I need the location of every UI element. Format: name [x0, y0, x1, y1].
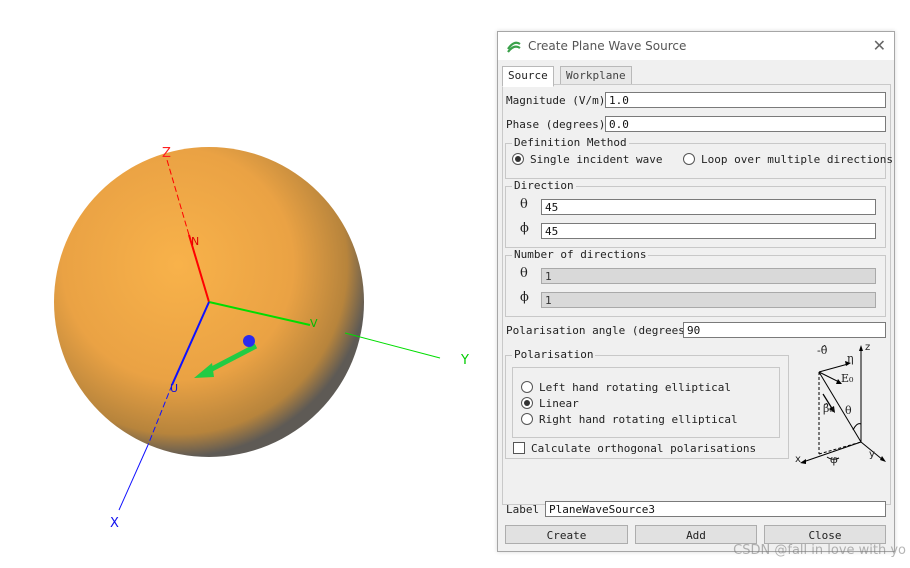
diagram-z-label: z	[865, 342, 871, 353]
polarisation-angle-label: Polarisation angle (degrees)	[506, 324, 692, 337]
tab-source[interactable]: Source	[502, 66, 554, 87]
orthogonal-polarisations-label[interactable]: Calculate orthogonal polarisations	[531, 442, 756, 455]
z-axis-label: Z	[162, 146, 171, 161]
number-of-directions-legend: Number of directions	[512, 248, 649, 261]
polarisation-angle-input[interactable]: 90	[683, 322, 886, 338]
3d-viewport[interactable]: Z N V U Y X	[0, 0, 495, 564]
u-label: U	[170, 382, 179, 395]
single-incident-wave-radio[interactable]	[512, 153, 524, 165]
source-label-input[interactable]: PlaneWaveSource3	[545, 501, 886, 517]
num-theta-symbol: θ	[520, 266, 528, 281]
source-label-label: Label	[506, 503, 540, 516]
single-incident-wave-label[interactable]: Single incident wave	[530, 153, 662, 166]
x-axis-outside	[118, 444, 149, 511]
close-button[interactable]: Close	[764, 525, 886, 544]
diagram-theta-label: θ	[845, 404, 852, 417]
direction-phi-symbol: ϕ	[520, 221, 529, 236]
v-label: V	[310, 317, 318, 330]
loop-directions-radio[interactable]	[683, 153, 695, 165]
diagram-theta-hat-label: -θ̂	[817, 344, 828, 357]
app-logo-icon	[507, 41, 521, 53]
diagram-x-label: x	[795, 454, 801, 465]
left-hand-elliptical-radio[interactable]	[521, 381, 533, 393]
phase-input[interactable]: 0.0	[605, 116, 886, 132]
create-plane-wave-dialog: Create Plane Wave Source ✕ Source Workpl…	[497, 31, 895, 552]
direction-legend: Direction	[512, 179, 576, 192]
diagram-eta-label: η	[847, 352, 854, 365]
right-hand-elliptical-label[interactable]: Right hand rotating elliptical	[539, 413, 738, 426]
loop-directions-label[interactable]: Loop over multiple directions	[701, 153, 893, 166]
close-icon[interactable]: ✕	[873, 36, 886, 55]
scene-svg	[54, 147, 441, 511]
direction-theta-symbol: θ	[520, 197, 528, 212]
diagram-y-label: y	[869, 449, 875, 460]
direction-theta-input[interactable]: 45	[541, 199, 876, 215]
magnitude-label: Magnitude (V/m)	[506, 94, 606, 107]
dialog-title: Create Plane Wave Source	[528, 39, 687, 53]
num-phi-symbol: ϕ	[520, 290, 529, 305]
diagram-e0-label: E₀	[841, 372, 854, 385]
direction-phi-input[interactable]: 45	[541, 223, 876, 239]
dialog-titlebar[interactable]: Create Plane Wave Source ✕	[498, 32, 894, 60]
phase-label: Phase (degrees)	[506, 118, 606, 131]
tab-workplane[interactable]: Workplane	[560, 66, 632, 86]
add-button[interactable]: Add	[635, 525, 757, 544]
right-hand-elliptical-radio[interactable]	[521, 413, 533, 425]
linear-radio[interactable]	[521, 397, 533, 409]
n-label: N	[191, 235, 200, 248]
magnitude-input[interactable]: 1.0	[605, 92, 886, 108]
y-axis-label: Y	[461, 353, 469, 368]
y-axis-outside	[344, 332, 441, 359]
linear-label[interactable]: Linear	[539, 397, 579, 410]
x-axis-label: X	[110, 516, 119, 531]
diagram-phi-label: φ	[830, 453, 838, 466]
num-phi-input: 1	[541, 292, 876, 308]
watermark: CSDN @fall in love with yo	[733, 543, 906, 558]
polarisation-diagram: z -θ̂ η E₀ β̂₀ θ x φ y	[793, 342, 889, 467]
create-button[interactable]: Create	[505, 525, 628, 544]
definition-method-legend: Definition Method	[512, 136, 629, 149]
polarisation-legend: Polarisation	[512, 348, 596, 361]
num-theta-input: 1	[541, 268, 876, 284]
source-marker	[243, 335, 255, 347]
left-hand-elliptical-label[interactable]: Left hand rotating elliptical	[539, 381, 731, 394]
diagram-beta0-label: β̂₀	[823, 402, 834, 415]
orthogonal-polarisations-checkbox[interactable]	[513, 442, 525, 454]
